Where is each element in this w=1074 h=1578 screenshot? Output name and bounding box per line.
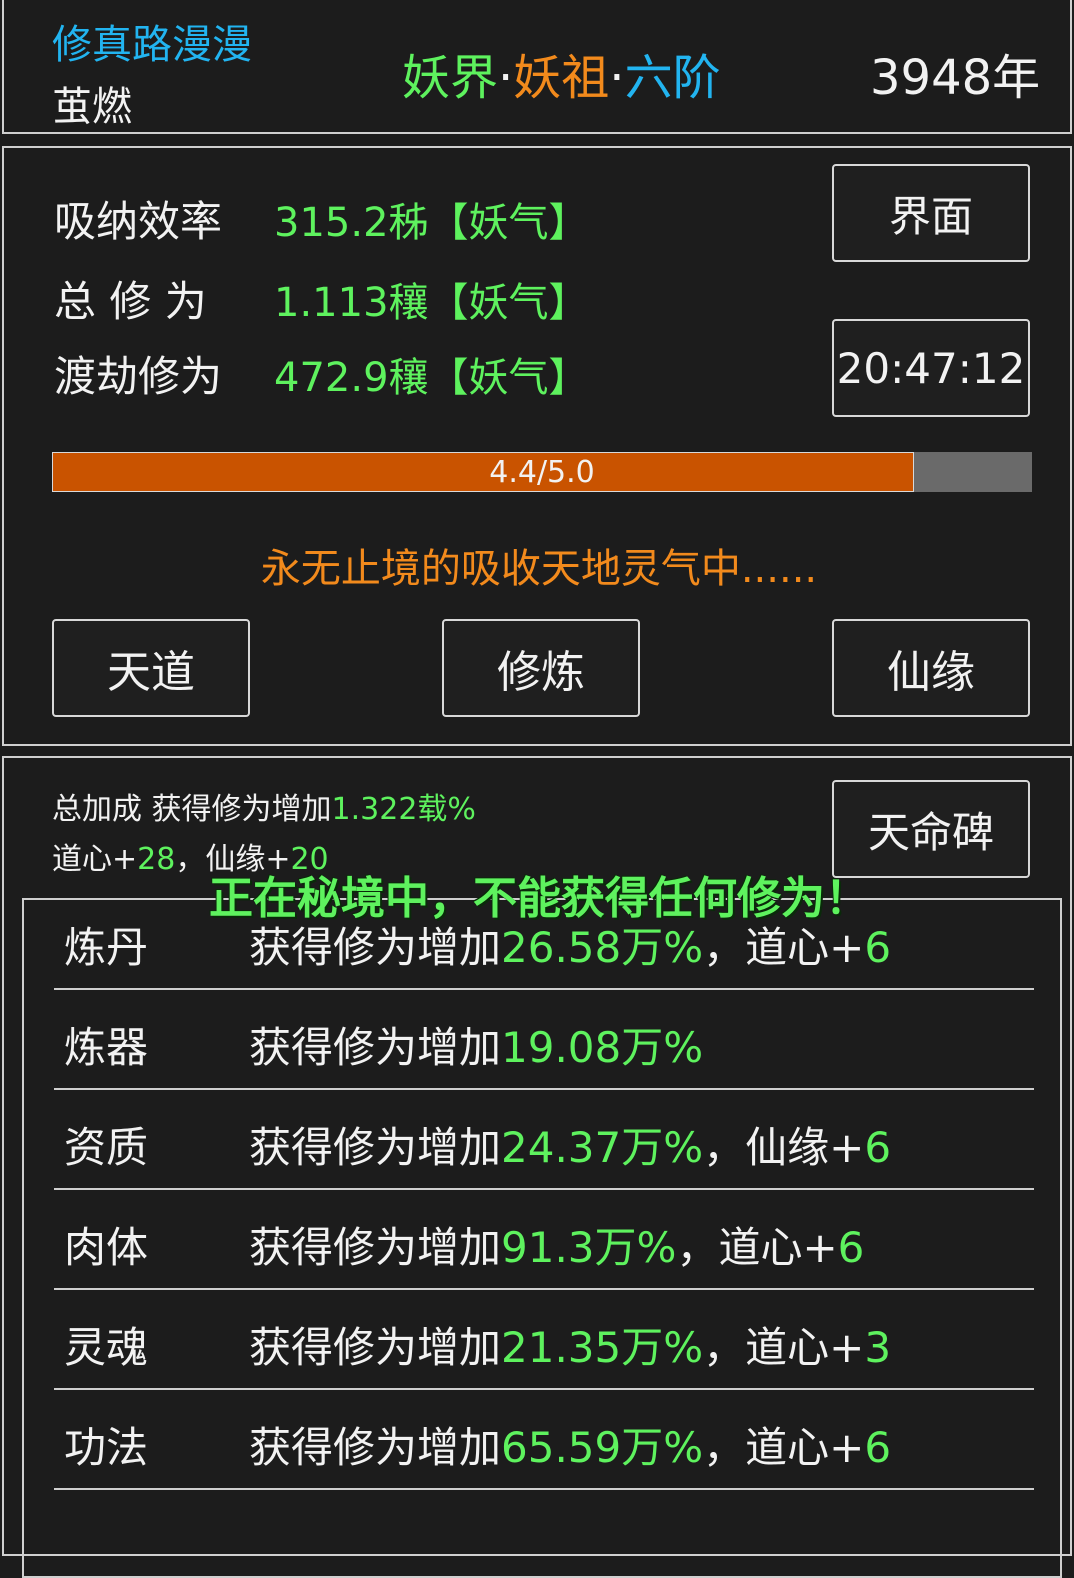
absorb-value: 315.2秭【妖气】	[274, 200, 589, 246]
fate-button[interactable]: 仙缘	[832, 619, 1030, 717]
total-cultivation-value: 1.113穰【妖气】	[274, 280, 589, 326]
realm-separator-2: ·	[609, 50, 625, 106]
header-panel: 修真路漫漫 茧燃 妖界·妖祖·六阶 3948年	[2, 0, 1072, 134]
skill-suffix-value: 6	[864, 1423, 892, 1472]
skill-description: 获得修为增加21.35万%，道心+3	[249, 1314, 891, 1375]
secret-realm-overlay: 正在秘境中，不能获得任何修为！	[209, 873, 869, 924]
realm-display: 妖界·妖祖·六阶	[402, 38, 721, 108]
skill-prefix: 获得修为增加	[249, 1423, 502, 1472]
skill-suffix-label: ，道心+	[703, 1323, 865, 1372]
total-bonus-value: 1.322载%	[331, 792, 476, 827]
skill-value: 21.35万%	[501, 1323, 704, 1372]
total-bonus-prefix: 总加成 获得修为增加	[52, 792, 332, 827]
total-bonus-line: 总加成 获得修为增加1.322载%	[52, 784, 476, 828]
skill-value: 91.3万%	[501, 1223, 677, 1272]
skill-name: 功法	[64, 1423, 149, 1472]
progress-bar: 4.4/5.0	[52, 452, 1032, 492]
skill-prefix: 获得修为增加	[249, 1123, 502, 1172]
realm-world: 妖界	[402, 50, 499, 106]
skill-description: 获得修为增加19.08万%	[249, 1014, 703, 1075]
absorb-label: 吸纳效率	[54, 197, 223, 246]
skill-description: 获得修为增加65.59万%，道心+6	[249, 1414, 891, 1475]
skill-description: 获得修为增加91.3万%，道心+6	[249, 1214, 864, 1275]
skill-suffix-value: 6	[864, 923, 892, 972]
skill-row: 炼器 获得修为增加19.08万%	[54, 992, 1034, 1090]
skill-suffix-value: 3	[864, 1323, 892, 1372]
cultivate-button[interactable]: 修炼	[442, 619, 640, 717]
skill-name: 肉体	[64, 1223, 149, 1272]
stats-panel: 吸纳效率 315.2秭【妖气】 总 修 为 1.113穰【妖气】 渡劫修为 47…	[2, 146, 1072, 746]
skill-suffix-label: ，仙缘+	[703, 1123, 865, 1172]
skill-suffix-label: ，道心+	[676, 1223, 838, 1272]
skill-name: 炼器	[64, 1023, 149, 1072]
skill-suffix-value: 6	[837, 1223, 865, 1272]
skill-value: 26.58万%	[501, 923, 704, 972]
skill-name: 资质	[64, 1123, 149, 1172]
realm-rank: 妖祖	[513, 50, 610, 106]
skill-suffix-label: ，道心+	[703, 1423, 865, 1472]
year-display: 3948年	[870, 50, 1041, 106]
realm-separator-1: ·	[498, 50, 514, 106]
skill-name: 灵魂	[64, 1323, 149, 1372]
skill-prefix: 获得修为增加	[249, 1323, 502, 1372]
total-cultivation-label: 总 修 为	[54, 277, 207, 326]
skill-prefix: 获得修为增加	[249, 923, 502, 972]
skill-row: 功法 获得修为增加65.59万%，道心+6	[54, 1392, 1034, 1490]
skill-row: 灵魂 获得修为增加21.35万%，道心+3	[54, 1292, 1034, 1390]
clock-display: 20:47:12	[832, 319, 1030, 417]
skill-value: 19.08万%	[501, 1023, 704, 1072]
skill-row: 肉体 获得修为增加91.3万%，道心+6	[54, 1192, 1034, 1290]
skill-prefix: 获得修为增加	[249, 1223, 502, 1272]
tribulation-value: 472.9穰【妖气】	[274, 355, 589, 401]
player-name: 茧燃	[52, 84, 132, 130]
interface-button[interactable]: 界面	[832, 164, 1030, 262]
progress-text: 4.4/5.0	[489, 454, 595, 490]
skill-row: 资质 获得修为增加24.37万%，仙缘+6	[54, 1092, 1034, 1190]
skill-description: 获得修为增加24.37万%，仙缘+6	[249, 1114, 891, 1175]
status-message: 永无止境的吸收天地灵气中......	[260, 546, 818, 592]
bonus-panel: 总加成 获得修为增加1.322载% 道心+28，仙缘+20 天命碑 炼丹 获得修为…	[2, 756, 1072, 1578]
tribulation-label: 渡劫修为	[54, 352, 223, 401]
skill-prefix: 获得修为增加	[249, 1023, 502, 1072]
skill-value: 24.37万%	[501, 1123, 704, 1172]
game-title: 修真路漫漫	[52, 22, 252, 68]
heaven-button[interactable]: 天道	[52, 619, 250, 717]
skills-list: 炼丹 获得修为增加26.58万%，道心+6 炼器 获得修为增加19.08万% 资质 获得修…	[22, 898, 1062, 1578]
skill-suffix-value: 6	[864, 1123, 892, 1172]
skill-value: 65.59万%	[501, 1423, 704, 1472]
skill-suffix-label: ，道心+	[703, 923, 865, 972]
realm-stage: 六阶	[624, 50, 721, 106]
